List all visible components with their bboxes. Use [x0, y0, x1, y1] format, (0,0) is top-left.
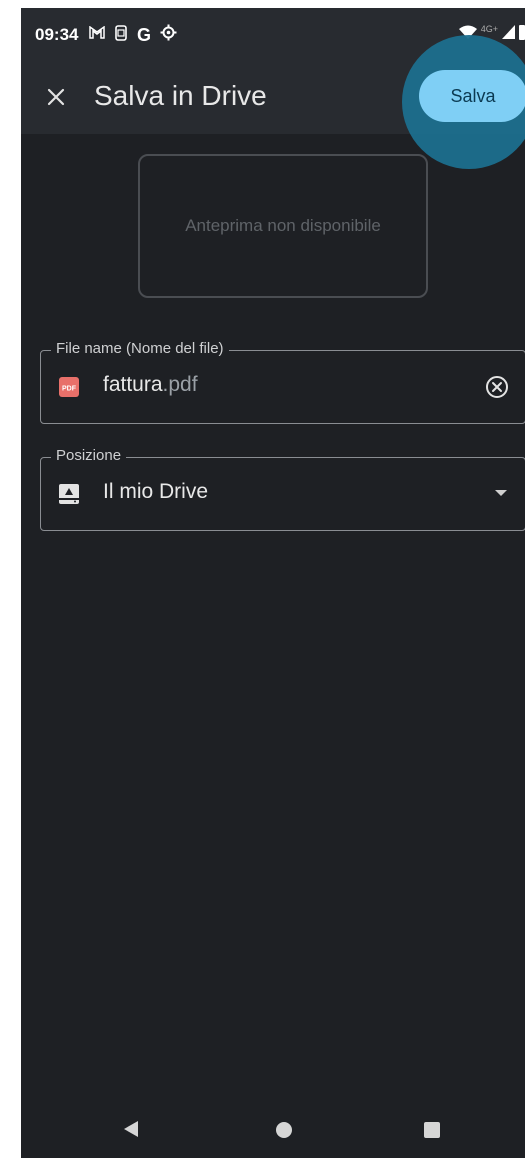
- close-button[interactable]: [39, 80, 73, 114]
- preview-box: Anteprima non disponibile: [138, 154, 428, 298]
- back-icon[interactable]: [124, 1121, 138, 1137]
- preview-unavailable-text: Anteprima non disponibile: [185, 216, 381, 235]
- svg-text:PDF: PDF: [62, 386, 77, 393]
- save-button[interactable]: Salva: [419, 70, 525, 122]
- file-name-extension: .pdf: [162, 373, 198, 396]
- home-icon[interactable]: [276, 1122, 292, 1138]
- signal-icon: [502, 25, 515, 44]
- settings-icon: [160, 24, 177, 46]
- screen: 09:34 G 4G+ Salva in Drive Salva Antepri…: [21, 8, 525, 1158]
- close-icon: [47, 88, 65, 106]
- lte-4g-icon: 4G+: [480, 23, 498, 34]
- file-name-input[interactable]: fattura.pdf: [103, 373, 198, 397]
- drive-icon: [59, 484, 79, 504]
- status-notification-icons: G: [89, 24, 177, 46]
- file-name-field[interactable]: File name (Nome del file) PDF fattura.pd…: [40, 339, 525, 424]
- page-title: Salva in Drive: [94, 80, 267, 111]
- battery-icon: [519, 24, 525, 45]
- location-field[interactable]: Posizione Il mio Drive: [40, 446, 525, 531]
- google-icon: G: [137, 25, 152, 45]
- file-name-label: File name (Nome del file): [51, 339, 229, 359]
- gmail-icon: [89, 25, 105, 44]
- location-label: Posizione: [51, 446, 127, 466]
- location-value: Il mio Drive: [103, 480, 209, 503]
- system-nav-bar: [21, 1098, 525, 1158]
- file-name-base: fattura: [103, 373, 163, 396]
- recents-icon[interactable]: [424, 1122, 440, 1138]
- dropdown-arrow-icon[interactable]: [495, 490, 507, 496]
- status-time: 09:34: [35, 25, 79, 44]
- screenshot-icon: [114, 24, 128, 46]
- clear-circle-icon[interactable]: [483, 373, 511, 401]
- pdf-file-icon: PDF: [59, 377, 79, 397]
